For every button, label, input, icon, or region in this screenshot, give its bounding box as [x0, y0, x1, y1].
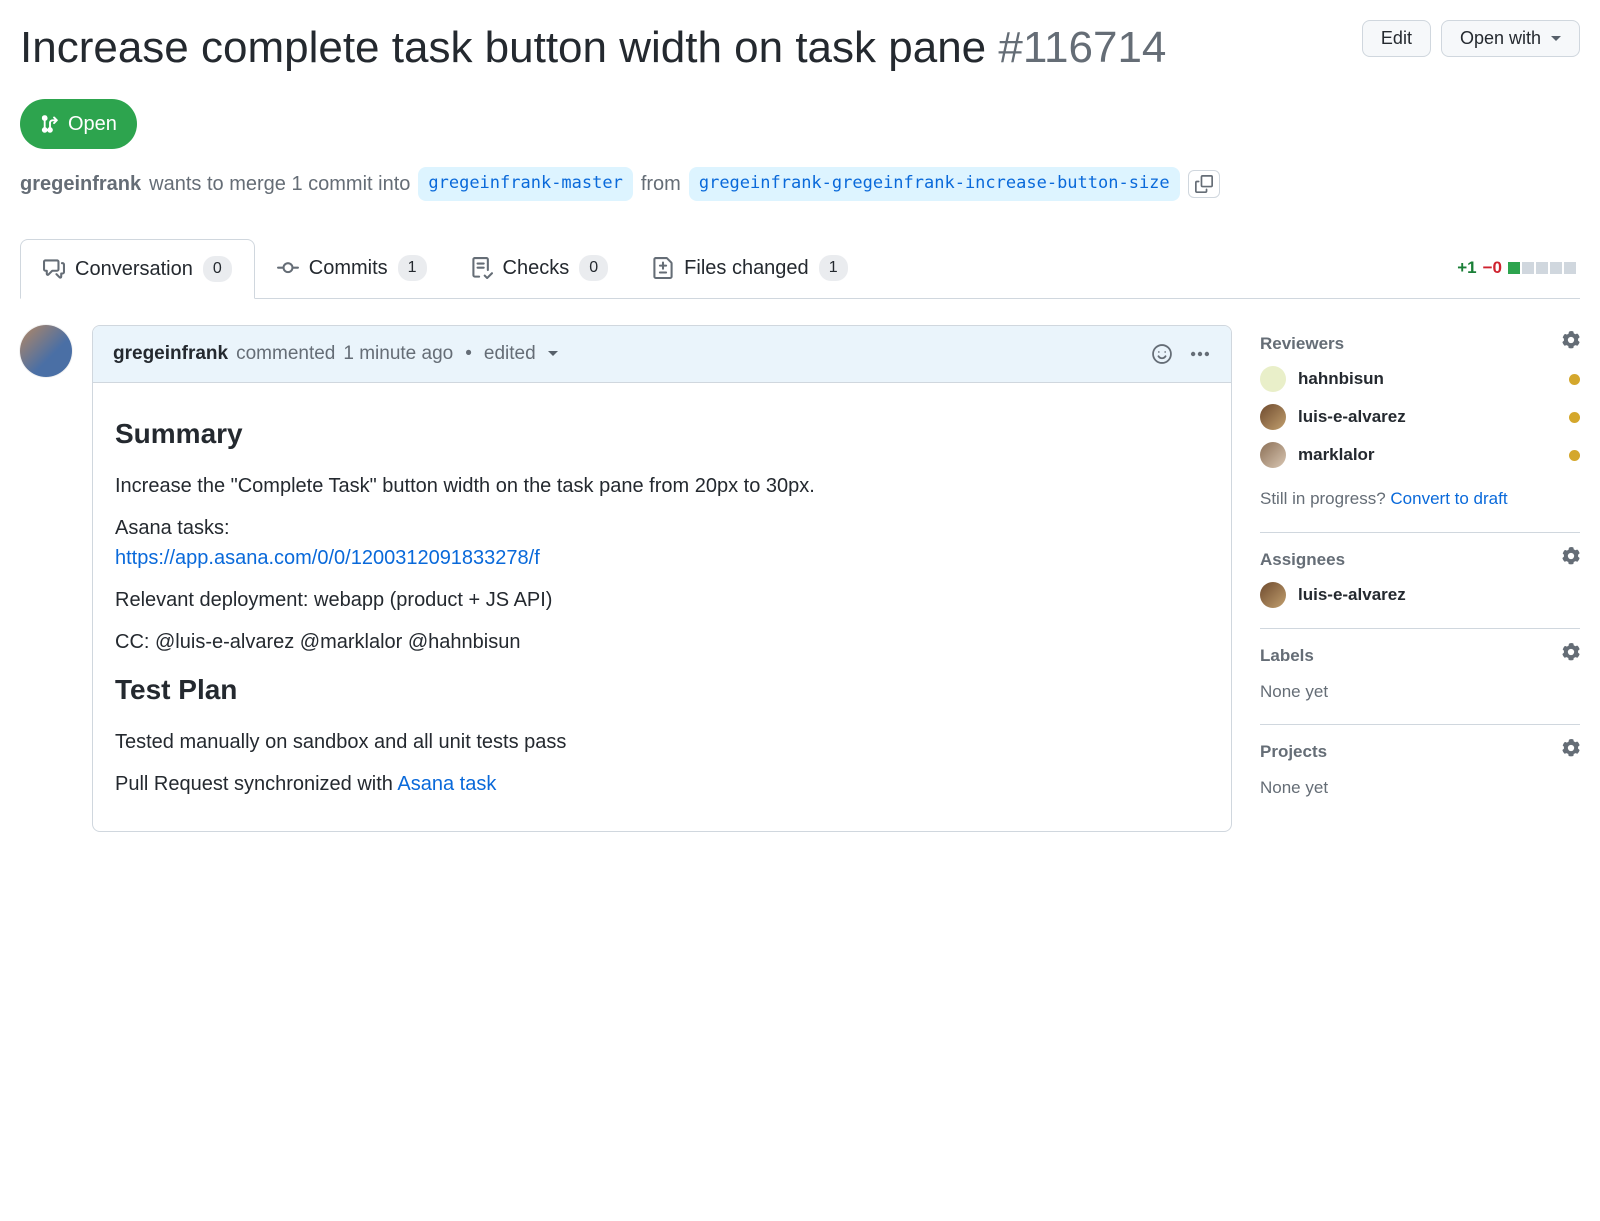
checks-count: 0 — [579, 255, 608, 281]
open-with-button[interactable]: Open with — [1441, 20, 1580, 57]
projects-section: Projects None yet — [1260, 725, 1580, 820]
test-plan-heading: Test Plan — [115, 669, 1209, 711]
review-pending-icon — [1569, 412, 1580, 423]
diff-blocks — [1508, 262, 1576, 274]
pr-title-text: Increase complete task button width on t… — [20, 23, 998, 72]
state-open-badge: Open — [20, 99, 137, 149]
reviewer-row[interactable]: hahnbisun — [1260, 366, 1580, 392]
git-commit-icon — [277, 257, 299, 279]
gear-icon — [1562, 739, 1580, 757]
head-branch-chip[interactable]: gregeinfrank-gregeinfrank-increase-butto… — [689, 167, 1180, 201]
comment-header: gregeinfrank commented 1 minute ago • ed… — [93, 326, 1231, 384]
tab-commits[interactable]: Commits 1 — [255, 239, 449, 297]
projects-gear-button[interactable] — [1562, 739, 1580, 765]
chevron-down-icon[interactable] — [548, 351, 558, 356]
review-pending-icon — [1569, 374, 1580, 385]
checklist-icon — [471, 257, 493, 279]
avatar[interactable] — [20, 325, 72, 377]
asana-link[interactable]: https://app.asana.com/0/0/12003120918332… — [115, 547, 540, 569]
assignee-row[interactable]: luis-e-alvarez — [1260, 582, 1580, 608]
summary-heading: Summary — [115, 413, 1209, 455]
review-pending-icon — [1569, 450, 1580, 461]
base-branch-chip[interactable]: gregeinfrank-master — [418, 167, 632, 201]
avatar — [1260, 582, 1286, 608]
pr-tabs: Conversation 0 Commits 1 Checks 0 Files … — [20, 239, 1580, 299]
comment-author[interactable]: gregeinfrank — [113, 340, 228, 369]
emoji-reaction-button[interactable] — [1151, 343, 1173, 365]
comment-box: gregeinfrank commented 1 minute ago • ed… — [92, 325, 1232, 833]
sidebar: Reviewers hahnbisun luis-e-alvarez — [1260, 325, 1580, 833]
pr-title: Increase complete task button width on t… — [20, 20, 1342, 75]
labels-gear-button[interactable] — [1562, 643, 1580, 669]
issue-number: #116714 — [998, 23, 1166, 72]
chevron-down-icon — [1551, 36, 1561, 41]
comment-timestamp[interactable]: 1 minute ago — [343, 340, 453, 369]
files-count: 1 — [819, 255, 848, 281]
avatar — [1260, 366, 1286, 392]
labels-none: None yet — [1260, 679, 1580, 705]
merge-description: gregeinfrank wants to merge 1 commit int… — [20, 167, 1580, 201]
copy-icon — [1195, 175, 1213, 193]
assignees-gear-button[interactable] — [1562, 547, 1580, 573]
diff-deletions: −0 — [1483, 255, 1502, 281]
gear-icon — [1562, 643, 1580, 661]
edit-button[interactable]: Edit — [1362, 20, 1431, 57]
diff-additions: +1 — [1457, 255, 1476, 281]
conversation-count: 0 — [203, 256, 232, 282]
avatar — [1260, 404, 1286, 430]
comment-discussion-icon — [43, 258, 65, 280]
comment-body: Summary Increase the "Complete Task" but… — [93, 383, 1231, 831]
reviewer-row[interactable]: luis-e-alvarez — [1260, 404, 1580, 430]
convert-to-draft-link[interactable]: Convert to draft — [1390, 489, 1507, 508]
kebab-icon — [1189, 343, 1211, 365]
diffstat: +1 −0 — [1457, 255, 1580, 281]
asana-task-link[interactable]: Asana task — [397, 773, 496, 795]
copy-branch-button[interactable] — [1188, 170, 1220, 198]
commits-count: 1 — [398, 255, 427, 281]
avatar — [1260, 442, 1286, 468]
git-pull-request-icon — [40, 114, 60, 134]
reviewer-row[interactable]: marklalor — [1260, 442, 1580, 468]
reviewers-section: Reviewers hahnbisun luis-e-alvarez — [1260, 325, 1580, 533]
tab-conversation[interactable]: Conversation 0 — [20, 239, 255, 299]
file-diff-icon — [652, 257, 674, 279]
labels-section: Labels None yet — [1260, 629, 1580, 725]
projects-none: None yet — [1260, 775, 1580, 801]
gear-icon — [1562, 331, 1580, 349]
state-label: Open — [68, 109, 117, 139]
gear-icon — [1562, 547, 1580, 565]
tab-checks[interactable]: Checks 0 — [449, 239, 631, 297]
pr-author[interactable]: gregeinfrank — [20, 169, 141, 199]
assignees-section: Assignees luis-e-alvarez — [1260, 533, 1580, 630]
smiley-icon — [1151, 343, 1173, 365]
kebab-menu-button[interactable] — [1189, 343, 1211, 365]
tab-files-changed[interactable]: Files changed 1 — [630, 239, 869, 297]
reviewers-gear-button[interactable] — [1562, 331, 1580, 357]
